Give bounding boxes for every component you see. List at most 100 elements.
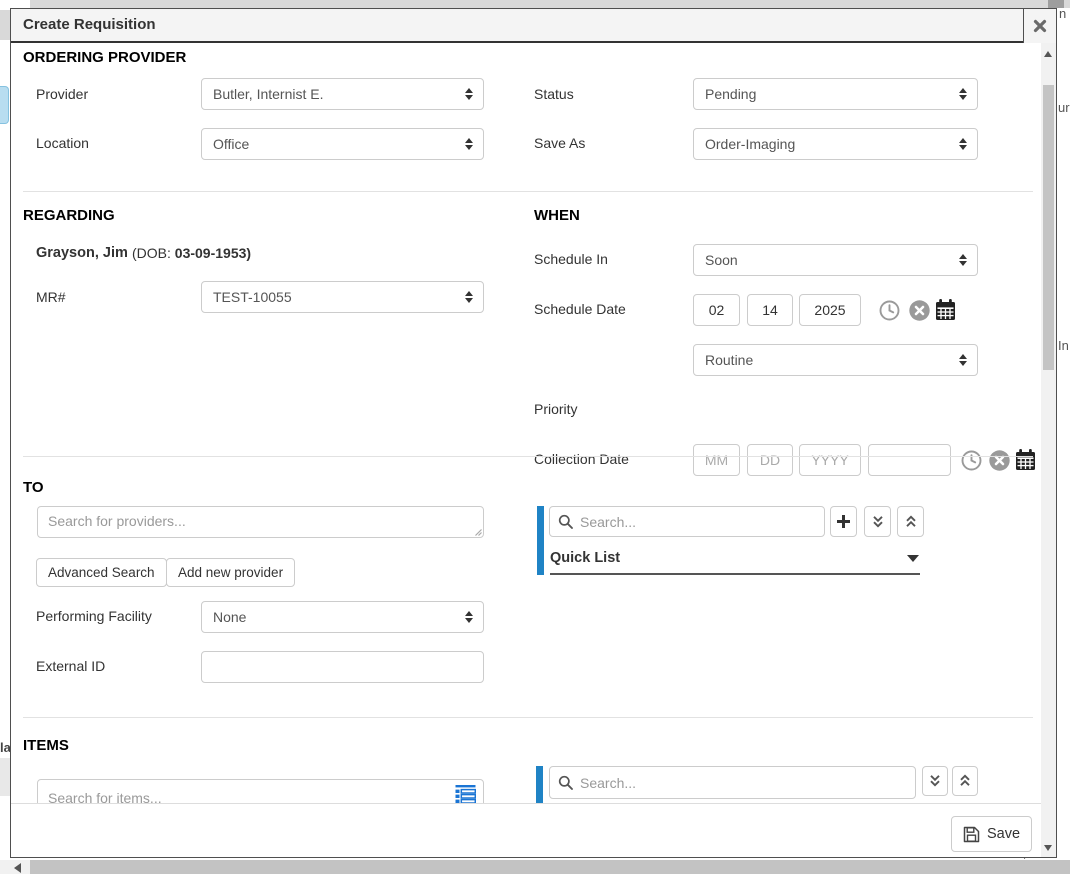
close-button[interactable] [1023, 9, 1056, 43]
save-button[interactable]: Save [951, 816, 1032, 852]
patient-dob: (DOB: 03-09-1953) [132, 245, 251, 261]
to-panel-search-input[interactable] [549, 506, 825, 537]
priority-select-value: Routine [705, 352, 753, 368]
expand-all-button[interactable] [864, 506, 891, 537]
select-caret-icon [465, 611, 473, 623]
clear-date-icon[interactable] [909, 300, 930, 321]
mr-select-value: TEST-10055 [213, 289, 292, 305]
external-id-label: External ID [36, 658, 105, 674]
priority-select[interactable]: Routine [693, 344, 978, 376]
calendar-icon[interactable] [935, 299, 956, 321]
background-left-fragment [0, 758, 10, 796]
quick-list-label: Quick List [550, 550, 620, 566]
save-as-select-value: Order-Imaging [705, 136, 795, 152]
create-requisition-dialog: Create Requisition ORDERING PROVIDER Pro… [10, 8, 1057, 858]
status-select[interactable]: Pending [693, 78, 978, 110]
add-new-provider-button[interactable]: Add new provider [166, 558, 295, 587]
clock-icon[interactable] [961, 450, 982, 471]
scroll-down-arrow-icon[interactable] [1044, 845, 1052, 851]
add-to-list-button[interactable] [830, 506, 857, 537]
dialog-vertical-scrollbar-thumb[interactable] [1043, 85, 1054, 370]
collection-year-input[interactable] [799, 444, 861, 476]
status-label: Status [534, 86, 574, 102]
background-text-fragment: In [1058, 338, 1069, 353]
double-chevron-up-icon [903, 514, 919, 530]
background-text-fragment: ur [1058, 100, 1070, 115]
ordering-provider-heading: ORDERING PROVIDER [23, 49, 186, 66]
double-chevron-up-icon [957, 773, 973, 789]
location-label: Location [36, 135, 89, 151]
collapse-all-button[interactable] [897, 506, 924, 537]
mr-label: MR# [36, 289, 66, 305]
items-heading: ITEMS [23, 737, 69, 754]
performing-facility-select-value: None [213, 609, 246, 625]
performing-facility-select[interactable]: None [201, 601, 484, 633]
scroll-left-arrow-icon[interactable] [14, 863, 21, 873]
dob-value: 03-09-1953 [175, 245, 247, 261]
items-panel-search-input[interactable] [549, 766, 916, 799]
items-list-icon[interactable] [455, 785, 476, 804]
location-select-value: Office [213, 136, 249, 152]
external-id-input[interactable] [201, 651, 484, 683]
mr-select[interactable]: TEST-10055 [201, 281, 484, 313]
background-left-fragment [0, 10, 10, 40]
schedule-in-select-value: Soon [705, 252, 738, 268]
performing-facility-label: Performing Facility [36, 608, 152, 624]
schedule-year-input[interactable] [799, 294, 861, 326]
double-chevron-down-icon [870, 514, 886, 530]
background-left-button-fragment [0, 86, 9, 124]
select-caret-icon [465, 291, 473, 303]
location-select[interactable]: Office [201, 128, 484, 160]
advanced-search-button[interactable]: Advanced Search [36, 558, 167, 587]
schedule-date-label: Schedule Date [534, 301, 626, 317]
provider-select[interactable]: Butler, Internist E. [201, 78, 484, 110]
when-heading: WHEN [534, 207, 580, 224]
schedule-day-input[interactable] [747, 294, 793, 326]
scroll-up-arrow-icon[interactable] [1044, 51, 1052, 57]
dialog-header: Create Requisition [11, 9, 1056, 43]
calendar-icon[interactable] [1015, 449, 1036, 471]
collection-date-label: Collection Date [534, 451, 629, 467]
schedule-in-label: Schedule In [534, 251, 608, 267]
select-caret-icon [465, 138, 473, 150]
background-text-fragment: n [1059, 6, 1066, 21]
select-caret-icon [959, 254, 967, 266]
expand-all-button[interactable] [922, 766, 948, 796]
background-page-header-strip [30, 0, 1070, 8]
double-chevron-down-icon [927, 773, 943, 789]
quick-list-caret-icon[interactable] [907, 555, 919, 562]
save-button-label: Save [987, 826, 1020, 842]
save-as-select[interactable]: Order-Imaging [693, 128, 978, 160]
select-caret-icon [959, 88, 967, 100]
collapse-all-button[interactable] [952, 766, 978, 796]
schedule-in-select[interactable]: Soon [693, 244, 978, 276]
dob-prefix: (DOB: [132, 245, 175, 261]
dialog-scroll-area: ORDERING PROVIDER Provider Butler, Inter… [11, 43, 1043, 804]
to-heading: TO [23, 479, 44, 496]
items-search-textarea[interactable] [37, 779, 484, 804]
provider-search-textarea[interactable] [37, 506, 484, 538]
section-divider [23, 717, 1033, 718]
collection-month-input[interactable] [693, 444, 740, 476]
page-horizontal-scrollbar-thumb[interactable] [30, 860, 1070, 874]
collection-time-input[interactable] [868, 444, 951, 476]
quick-list-underline [550, 573, 920, 575]
select-caret-icon [959, 138, 967, 150]
clock-icon[interactable] [879, 300, 900, 321]
dialog-vertical-scrollbar[interactable] [1041, 43, 1056, 857]
schedule-month-input[interactable] [693, 294, 740, 326]
section-divider [23, 191, 1033, 192]
collection-day-input[interactable] [747, 444, 793, 476]
items-panel-accent-bar [536, 766, 543, 804]
dialog-body: ORDERING PROVIDER Provider Butler, Inter… [11, 43, 1043, 857]
dob-suffix: ) [246, 245, 251, 261]
priority-label: Priority [534, 401, 578, 417]
clear-date-icon[interactable] [989, 450, 1010, 471]
plus-icon [836, 514, 851, 529]
status-select-value: Pending [705, 86, 756, 102]
provider-label: Provider [36, 86, 88, 102]
close-icon [1033, 19, 1047, 33]
patient-name: Grayson, Jim [36, 245, 128, 261]
save-as-label: Save As [534, 135, 585, 151]
dialog-title: Create Requisition [23, 9, 156, 41]
